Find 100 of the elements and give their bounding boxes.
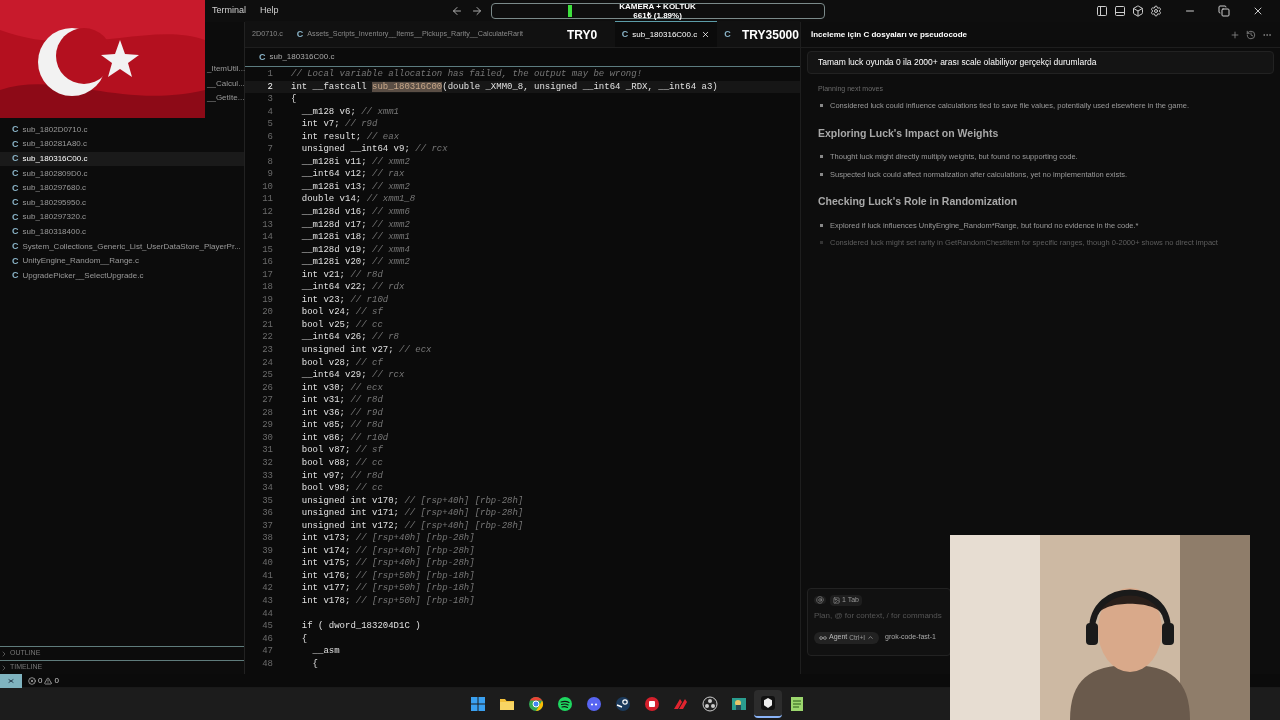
file-item[interactable]: C sub_180281A80.c bbox=[0, 137, 244, 152]
file-name: sub_180295950.c bbox=[22, 196, 87, 209]
file-name: sub_180297320.c bbox=[22, 211, 87, 224]
line-number: 10 bbox=[261, 180, 274, 194]
code-line: int result; // eax bbox=[300, 130, 400, 144]
line-number: 4 bbox=[266, 105, 274, 119]
forward-icon[interactable] bbox=[470, 5, 483, 17]
file-item[interactable]: C UnityEngine_Random__Range.c bbox=[0, 253, 244, 269]
line-number: 31 bbox=[261, 444, 274, 457]
code-line: __m128i v13; // xmm2 bbox=[300, 180, 410, 194]
tab-icon bbox=[833, 596, 840, 604]
code-line: int v85; // r8d bbox=[300, 419, 383, 432]
line-number: 11 bbox=[261, 193, 274, 206]
code-line: unsigned int v27; // ecx bbox=[300, 344, 432, 357]
line-number: 33 bbox=[261, 469, 274, 483]
line-number: 5 bbox=[266, 118, 274, 131]
file-item[interactable]: C sub_180316C00.c bbox=[0, 151, 244, 167]
breadcrumb[interactable]: sub_180316C00.c bbox=[269, 51, 335, 63]
restore-icon[interactable] bbox=[1218, 5, 1230, 17]
file-name: sub_1802D0710.c bbox=[22, 123, 88, 136]
file-item[interactable]: C sub_180297680.c bbox=[0, 180, 244, 196]
file-type-label: C bbox=[12, 183, 19, 193]
code-line: unsigned int v172; // [rsp+40h] [rbp-28h] bbox=[300, 519, 524, 533]
file-item[interactable]: __Calcul... bbox=[207, 76, 245, 91]
line-number: 8 bbox=[266, 155, 274, 169]
line-number: 41 bbox=[261, 569, 274, 583]
history-icon[interactable] bbox=[1246, 29, 1256, 40]
line-number: 40 bbox=[261, 557, 274, 570]
line-number: 35 bbox=[261, 494, 274, 508]
line-number: 14 bbox=[261, 231, 274, 244]
line-number: 13 bbox=[261, 218, 274, 232]
code-line: int v97; // r8d bbox=[300, 469, 383, 483]
code-line: __m128i v20; // xmm2 bbox=[300, 256, 410, 269]
file-item[interactable]: C sub_180295950.c bbox=[0, 195, 244, 211]
line-number: 45 bbox=[261, 620, 274, 633]
line-number: 37 bbox=[261, 519, 274, 533]
stream-overlay-text: TRY0 bbox=[567, 28, 598, 42]
code-line: int v173; // [rsp+40h] [rbp-28h] bbox=[300, 532, 475, 545]
file-item[interactable]: C UpgradePicker__SelectUpgrade.c bbox=[0, 268, 244, 284]
close-icon[interactable] bbox=[1252, 5, 1264, 17]
line-number: 26 bbox=[261, 381, 274, 395]
settings-icon[interactable] bbox=[1150, 5, 1162, 17]
file-item[interactable]: C sub_180297320.c bbox=[0, 210, 244, 225]
code-line: int v175; // [rsp+40h] [rbp-28h] bbox=[300, 557, 475, 570]
remote-icon bbox=[7, 676, 15, 685]
bullet-icon bbox=[820, 155, 823, 159]
line-number: 43 bbox=[261, 594, 274, 608]
file-type-label: C bbox=[12, 125, 19, 135]
bullet-icon bbox=[820, 104, 823, 108]
line-number: 22 bbox=[261, 331, 274, 345]
code-line: __m128i v18; // xmm1 bbox=[300, 231, 410, 244]
file-name: UpgradePicker__SelectUpgrade.c bbox=[22, 269, 144, 282]
problems-indicator[interactable]: 0 0 bbox=[28, 674, 59, 687]
chevron-icon bbox=[867, 634, 874, 641]
code-line: __int64 v22; // rdx bbox=[300, 281, 405, 294]
file-item[interactable]: C sub_180318400.c bbox=[0, 224, 244, 240]
menu-item[interactable]: Terminal bbox=[205, 4, 253, 18]
new-chat-icon[interactable] bbox=[1230, 29, 1240, 40]
file-type-label: C bbox=[12, 154, 19, 164]
cube-app-icon[interactable] bbox=[754, 690, 782, 718]
line-number: 47 bbox=[261, 645, 274, 658]
file-item[interactable]: __GetIte... bbox=[207, 91, 245, 106]
file-name: sub_180297680.c bbox=[22, 182, 87, 195]
file-type-label: C bbox=[12, 227, 19, 237]
menu-item[interactable]: Help bbox=[253, 4, 286, 18]
bullet-icon bbox=[820, 172, 823, 176]
code-line: bool v88; // cc bbox=[300, 456, 383, 470]
file-item[interactable]: _ItemUtil... bbox=[207, 62, 246, 77]
chat-title: İnceleme için C dosyaları ve pseudocode bbox=[811, 28, 968, 41]
panel-toggle-icon[interactable] bbox=[1114, 5, 1126, 17]
line-number: 36 bbox=[261, 507, 274, 520]
close-icon[interactable] bbox=[701, 30, 711, 39]
code-line: __m128 v6; // xmm1 bbox=[300, 105, 400, 119]
cube-icon[interactable] bbox=[1132, 5, 1144, 17]
mention-button[interactable] bbox=[814, 596, 826, 605]
file-type-label: C bbox=[12, 198, 19, 208]
code-line: int v176; // [rsp+50h] [rbp-18h] bbox=[300, 569, 475, 583]
command-center[interactable]: KAMERA + KOLTUK 661₺ (1.89%) bbox=[490, 3, 825, 19]
line-number: 9 bbox=[266, 168, 274, 181]
file-item[interactable]: C System_Collections_Generic_List_UserDataStore_PlayerPr... bbox=[0, 239, 244, 254]
file-type-label: C bbox=[12, 256, 19, 266]
line-number: 6 bbox=[266, 130, 274, 144]
line-number: 39 bbox=[261, 544, 274, 558]
code-line: if ( dword_183204D1C ) bbox=[300, 620, 421, 633]
file-item[interactable]: C sub_1802D0710.c bbox=[0, 122, 244, 138]
file-name: sub_180316C00.c bbox=[22, 153, 88, 165]
line-number: 2 bbox=[266, 80, 274, 94]
file-type-label: C bbox=[12, 212, 19, 222]
file-type-label: C bbox=[259, 52, 266, 62]
file-name: System_Collections_Generic_List_UserDataStore_PlayerPr... bbox=[22, 240, 241, 253]
code-line: bool v98; // cc bbox=[300, 482, 383, 495]
code-line: int v23; // r10d bbox=[300, 293, 389, 307]
sidebar-toggle-icon[interactable] bbox=[1096, 5, 1108, 17]
code-line: bool v28; // cf bbox=[300, 356, 383, 370]
code-line: __asm bbox=[311, 645, 340, 658]
file-item[interactable]: C sub_1802809D0.c bbox=[0, 166, 244, 181]
line-number: 46 bbox=[261, 632, 274, 646]
line-number: 28 bbox=[261, 406, 274, 420]
code-line: __int64 v26; // r8 bbox=[300, 331, 400, 345]
back-icon[interactable] bbox=[450, 5, 463, 17]
